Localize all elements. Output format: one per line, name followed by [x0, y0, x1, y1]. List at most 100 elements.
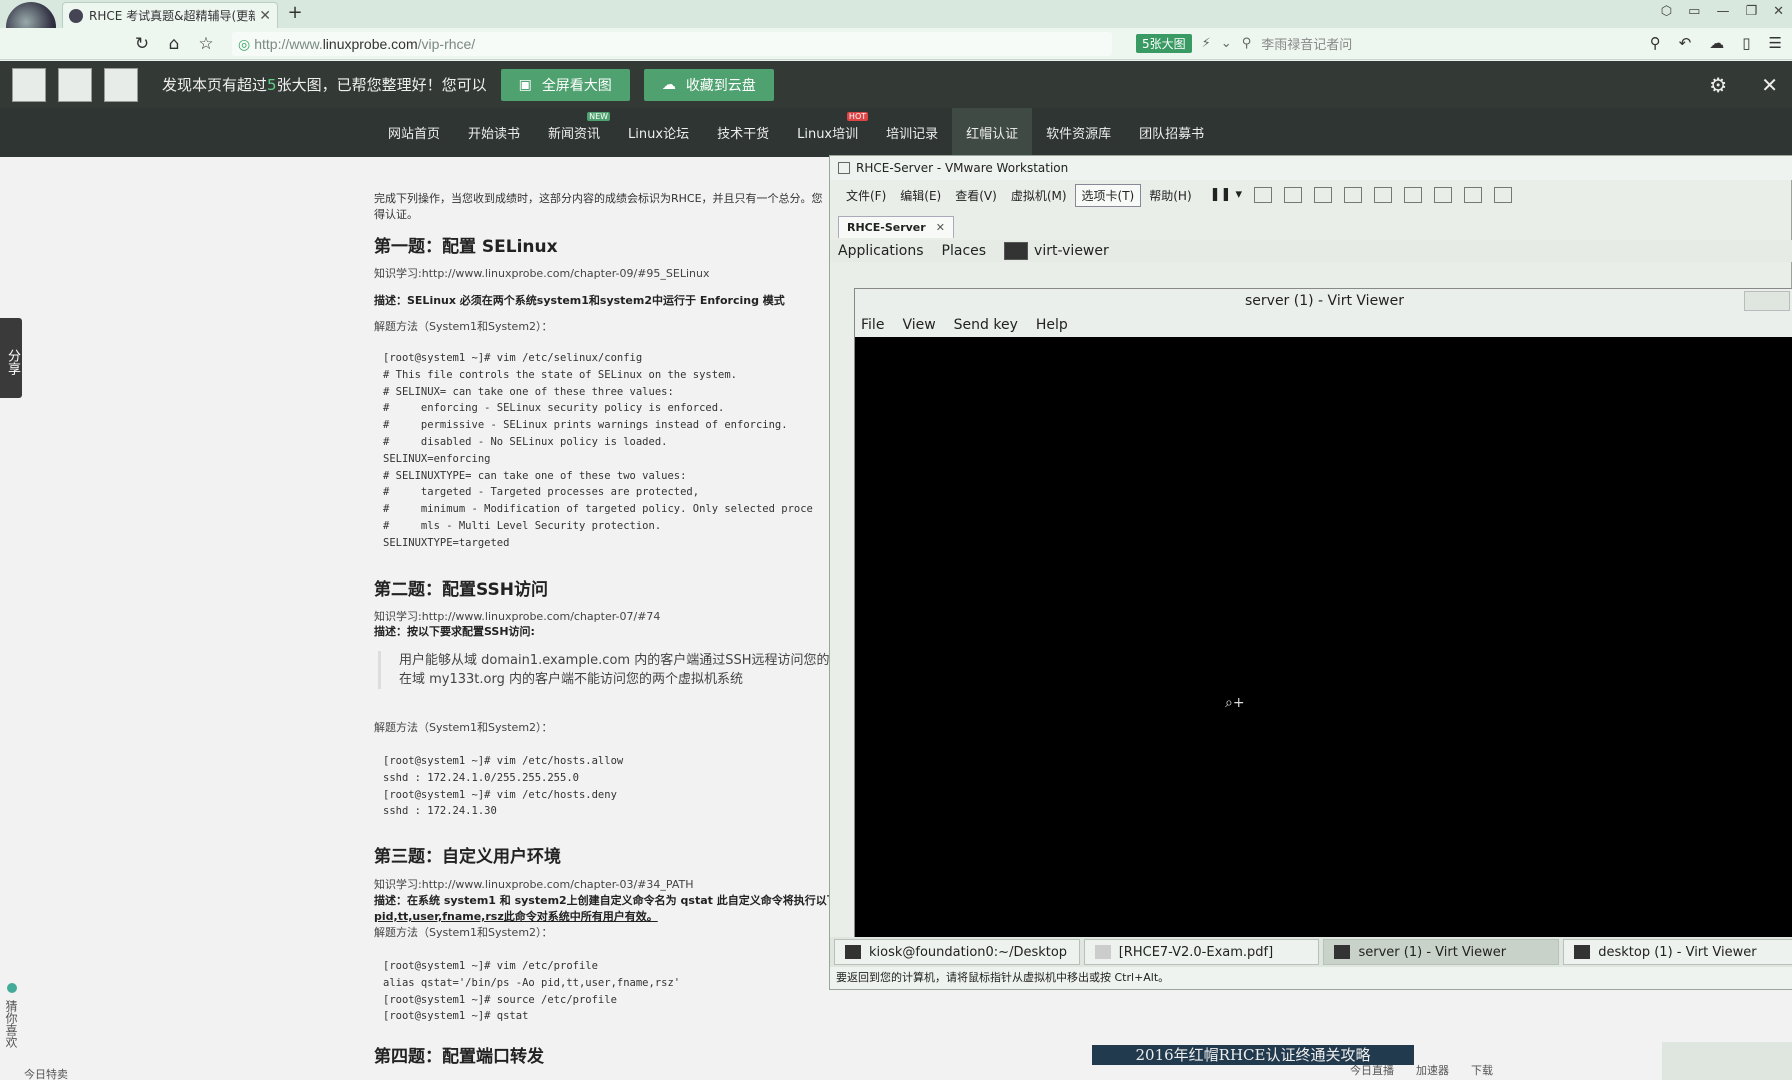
close-icon[interactable]: ✕ — [936, 221, 945, 234]
vv-menu-help[interactable]: Help — [1036, 317, 1068, 333]
save-to-cloud-label: 收藏到云盘 — [685, 77, 756, 94]
skin-icon[interactable]: ⬡ — [1661, 4, 1672, 19]
nav-item[interactable]: 网站首页 — [374, 108, 454, 157]
active-app-label[interactable]: virt-viewer — [1034, 243, 1109, 259]
guest-display[interactable]: ⌕+ — [855, 337, 1792, 939]
nav-item-label: 网站首页 — [388, 127, 441, 142]
nav-item[interactable]: 软件资源库 — [1032, 108, 1125, 157]
nav-item[interactable]: 培训记录 — [872, 108, 952, 157]
vmware-title-bar[interactable]: RHCE-Server - VMware Workstation — [830, 156, 1792, 180]
guest-taskbar: kiosk@foundation0:~/Desktop [RHCE7-V2.0-… — [830, 937, 1792, 967]
gear-icon[interactable]: ⚙ — [1709, 73, 1727, 97]
browser-toolbar-right: ⚲ ↶ ☁ ▯ ☰ — [1650, 34, 1782, 52]
revert-snapshot-icon[interactable] — [1314, 187, 1333, 203]
nav-item[interactable]: Linux培训 HOT — [783, 108, 872, 157]
virt-viewer-title[interactable]: server (1) - Virt Viewer — [855, 289, 1792, 313]
new-tab-icon[interactable]: + — [284, 2, 306, 24]
applications-menu[interactable]: Applications — [838, 243, 924, 259]
phone-icon[interactable]: ▯ — [1742, 34, 1750, 52]
url-input[interactable]: ◎ http://www. linuxprobe.com/vip-rhce/ — [232, 32, 1112, 56]
download-link[interactable]: 下载 — [1471, 1062, 1493, 1078]
reload-icon[interactable]: ↻ — [130, 32, 154, 56]
virt-viewer-window: server (1) - Virt Viewer File View Send … — [854, 288, 1792, 939]
guess-you-like[interactable]: 猜你喜欢 — [4, 1000, 20, 1048]
q3-link-url[interactable]: http://www.linuxprobe.com/chapter-03/#34… — [422, 878, 694, 891]
minimize-icon[interactable]: — — [1716, 4, 1729, 19]
window-buttons[interactable] — [1744, 291, 1790, 311]
close-icon[interactable]: ✕ — [1773, 4, 1784, 19]
nav-item-label: 技术干货 — [717, 127, 770, 142]
vv-menu-view[interactable]: View — [902, 317, 935, 333]
big-picture-chip[interactable]: 5张大图 — [1136, 34, 1192, 53]
search-icon[interactable]: ⚲ — [1650, 34, 1661, 52]
bookmark-star-icon[interactable]: ☆ — [194, 32, 218, 56]
image-thumbnail[interactable] — [58, 67, 92, 102]
article: 完成下列操作，当您收到成绩时，这部分内容的成绩会标识为RHCE，并且只有一个总分… — [374, 157, 834, 1080]
home-icon[interactable]: ⌂ — [162, 32, 186, 56]
undo-icon[interactable]: ↶ — [1679, 34, 1692, 52]
pause-icon[interactable]: ❚❚ ▾ — [1210, 187, 1242, 203]
tab-close-icon[interactable]: ✕ — [259, 8, 271, 24]
article-intro-2: 得认证。 — [374, 208, 418, 221]
menu-file[interactable]: 文件(F) — [840, 185, 892, 206]
dropdown-icon[interactable]: ⌄ — [1221, 36, 1232, 51]
menu-icon[interactable]: ☰ — [1769, 34, 1782, 52]
image-thumbnail[interactable] — [12, 67, 46, 102]
share-button[interactable]: 分享 — [0, 318, 22, 398]
nav-item[interactable]: 团队招募书 — [1125, 108, 1218, 157]
task-server-viewer[interactable]: server (1) - Virt Viewer — [1323, 939, 1560, 965]
fullscreen-icon[interactable] — [1434, 187, 1453, 203]
accelerator-link[interactable]: 加速器 — [1416, 1062, 1449, 1078]
thumbnail-bar-icon[interactable] — [1404, 187, 1423, 203]
menu-view[interactable]: 查看(V) — [949, 185, 1003, 206]
q1-link-url[interactable]: http://www.linuxprobe.com/chapter-09/#95… — [422, 267, 710, 280]
q2-knowledge-link[interactable]: 知识学习:http://www.linuxprobe.com/chapter-0… — [374, 608, 660, 624]
nav-item[interactable]: 红帽认证 — [952, 108, 1033, 157]
flash-icon[interactable]: ⚡ — [1202, 36, 1211, 51]
q2-link-url[interactable]: http://www.linuxprobe.com/chapter-07/#74 — [422, 610, 661, 623]
image-thumbnail[interactable] — [104, 67, 138, 102]
live-link[interactable]: 今日直播 — [1350, 1062, 1394, 1078]
nav-item[interactable]: 技术干货 — [703, 108, 783, 157]
vm-tab[interactable]: RHCE-Server ✕ — [838, 216, 954, 238]
guest-top-bar: Applications Places virt-viewer — [830, 240, 1792, 262]
task-desktop-viewer[interactable]: desktop (1) - Virt Viewer — [1563, 939, 1792, 965]
console-view-icon[interactable] — [1494, 187, 1513, 203]
snapshot-manager-icon[interactable] — [1344, 187, 1363, 203]
vmware-app-icon — [838, 162, 850, 174]
vv-menu-sendkey[interactable]: Send key — [954, 317, 1018, 333]
tab-favicon-icon — [69, 8, 83, 23]
q2-code-block: [root@system1 ~]# vim /etc/hosts.allow s… — [383, 755, 624, 818]
send-ctrl-alt-del-icon[interactable] — [1254, 187, 1273, 203]
nav-badge: HOT — [846, 112, 869, 121]
unity-icon[interactable] — [1464, 187, 1483, 203]
cloud-icon[interactable]: ☁ — [1709, 34, 1724, 52]
q3-knowledge-link[interactable]: 知识学习:http://www.linuxprobe.com/chapter-0… — [374, 876, 694, 892]
menu-help[interactable]: 帮助(H) — [1143, 185, 1197, 206]
nav-item-label: 新闻资讯 — [548, 127, 601, 142]
save-to-cloud-button[interactable]: ☁ 收藏到云盘 — [643, 68, 774, 101]
nav-item[interactable]: 开始读书 — [454, 108, 534, 157]
hot-today-link[interactable]: 今日特卖 — [24, 1066, 68, 1080]
places-menu[interactable]: Places — [942, 243, 987, 259]
nav-item[interactable]: 新闻资讯 NEW — [534, 108, 614, 157]
fullscreen-view-label: 全屏看大图 — [541, 77, 612, 94]
search-icon[interactable]: ⚲ — [1242, 36, 1252, 51]
sidebar-toggle-icon[interactable] — [1374, 187, 1393, 203]
q1-knowledge-link[interactable]: 知识学习:http://www.linuxprobe.com/chapter-0… — [374, 265, 710, 281]
nav-item[interactable]: Linux论坛 — [614, 108, 703, 157]
menu-tabs[interactable]: 选项卡(T) — [1074, 183, 1142, 207]
task-pdf[interactable]: [RHCE7-V2.0-Exam.pdf] — [1083, 939, 1320, 965]
snapshot-icon[interactable] — [1284, 187, 1303, 203]
browser-tab[interactable]: RHCE 考试真题&超精辅导(更新至 ✕ — [62, 2, 278, 28]
fullscreen-view-button[interactable]: ▣ 全屏看大图 — [500, 68, 630, 101]
vv-menu-file[interactable]: File — [861, 317, 884, 333]
task-terminal[interactable]: kiosk@foundation0:~/Desktop — [834, 939, 1080, 965]
maximize-icon[interactable]: ❐ — [1745, 4, 1757, 19]
search-hint[interactable]: 李雨禄音记者问 — [1261, 34, 1352, 53]
menu-edit[interactable]: 编辑(E) — [894, 185, 947, 206]
notice-text: 发现本页有超过5张大图，已帮您整理好！您可以 — [162, 74, 487, 95]
menu-vm[interactable]: 虚拟机(M) — [1005, 185, 1073, 206]
restore-icon[interactable]: ▭ — [1688, 4, 1700, 19]
close-icon[interactable]: ✕ — [1761, 73, 1778, 97]
